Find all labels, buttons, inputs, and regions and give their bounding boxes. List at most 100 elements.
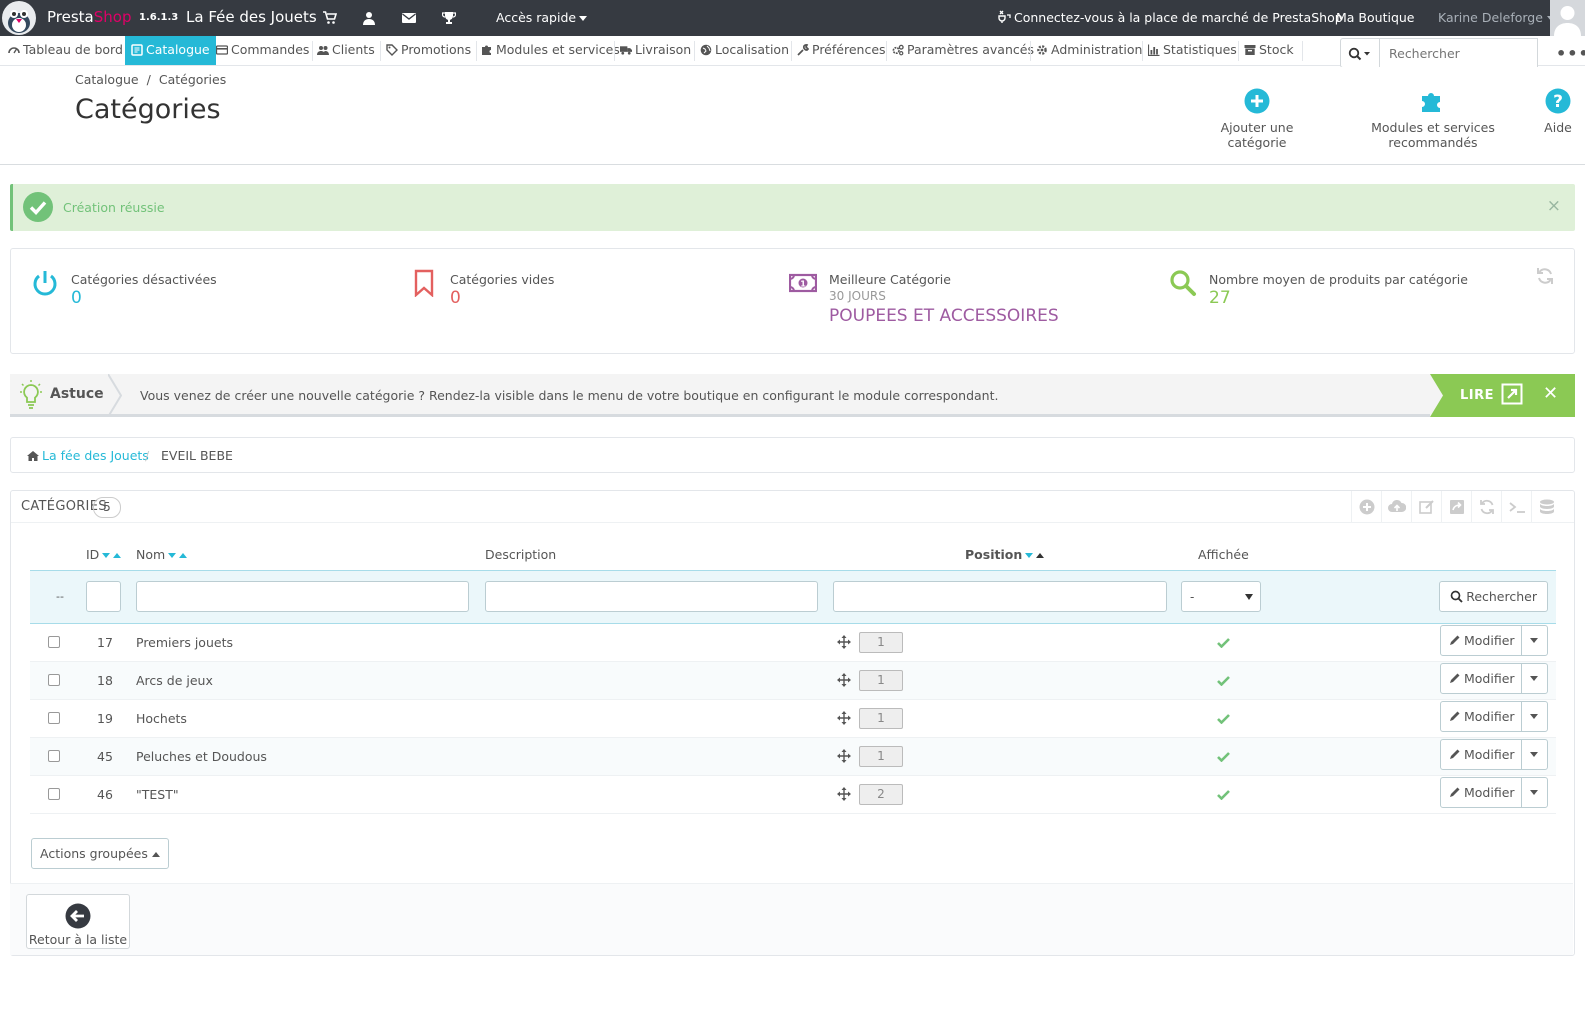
nav-item-promotions[interactable]: Promotions	[386, 36, 471, 65]
cart-icon[interactable]	[323, 11, 337, 25]
edit-button[interactable]: Modifier	[1440, 625, 1548, 656]
category-breadcrumb: La fée des Jouets / EVEIL BEBE	[10, 437, 1575, 473]
check-icon[interactable]	[1217, 713, 1230, 724]
chevron-down-icon[interactable]	[1530, 752, 1538, 757]
move-icon[interactable]	[837, 673, 851, 687]
money-icon: 1	[789, 273, 817, 293]
close-icon[interactable]: ✕	[1543, 383, 1558, 404]
envelope-icon[interactable]	[402, 11, 416, 25]
nav-item-localization[interactable]: Localisation	[700, 36, 789, 65]
search-input[interactable]	[1380, 38, 1538, 68]
nav-item-advanced-parameters[interactable]: Paramètres avancés	[892, 36, 1034, 65]
filter-displayed-select[interactable]: -	[1181, 581, 1261, 612]
cell-displayed	[1181, 623, 1399, 662]
filter-position-input[interactable]	[833, 581, 1167, 612]
edit-button[interactable]: Modifier	[1440, 777, 1548, 808]
recommended-modules-button[interactable]: Modules et services recommandés	[1334, 88, 1532, 150]
sort-icon[interactable]	[1025, 552, 1045, 559]
filter-row: -- - Rechercher	[30, 569, 1556, 624]
search-type-button[interactable]	[1340, 38, 1380, 68]
move-icon[interactable]	[837, 787, 851, 801]
category-root-link[interactable]: La fée des Jouets	[42, 448, 149, 463]
table-row[interactable]: 17 Premiers jouets 1 Modifier	[30, 623, 1556, 662]
back-to-list-button[interactable]: Retour à la liste	[26, 894, 130, 949]
toolbar-label: Aide	[1544, 120, 1572, 135]
nav-item-administration[interactable]: Administration	[1036, 36, 1142, 65]
nav-label: Préférences	[812, 42, 886, 57]
check-icon[interactable]	[1217, 637, 1230, 648]
filter-id-input[interactable]	[86, 581, 121, 612]
marketplace-link[interactable]: Connectez-vous à la place de marché de P…	[998, 10, 1343, 25]
cloud-upload-icon[interactable]	[1381, 491, 1411, 523]
breadcrumb: Catalogue / Catégories	[75, 72, 226, 87]
pencil-icon	[1450, 749, 1460, 759]
nav-item-statistics[interactable]: Statistiques	[1148, 36, 1237, 65]
move-icon[interactable]	[837, 635, 851, 649]
row-checkbox[interactable]	[48, 750, 60, 762]
nav-item-catalog[interactable]: Catalogue	[125, 36, 216, 65]
nav-item-dashboard[interactable]: Tableau de bord	[8, 36, 123, 65]
nav-item-customers[interactable]: Clients	[317, 36, 375, 65]
check-icon[interactable]	[1217, 751, 1230, 762]
move-icon[interactable]	[837, 749, 851, 763]
edit-icon[interactable]	[1411, 491, 1441, 523]
filter-search-button[interactable]: Rechercher	[1439, 581, 1548, 612]
more-icon[interactable]: •••	[1556, 44, 1585, 63]
move-icon[interactable]	[837, 711, 851, 725]
user-menu[interactable]: Karine Deleforge	[1438, 10, 1555, 25]
nav-item-stock[interactable]: Stock	[1244, 36, 1294, 65]
chevron-down-icon[interactable]	[1530, 714, 1538, 719]
quick-access-dropdown[interactable]: Accès rapide	[496, 10, 588, 25]
row-checkbox[interactable]	[48, 788, 60, 800]
nav-item-preferences[interactable]: Préférences	[797, 36, 886, 65]
nav-divider	[1030, 41, 1031, 61]
filter-name-input[interactable]	[136, 581, 469, 612]
tip-read-button[interactable]: LIRE ✕	[1430, 374, 1575, 417]
edit-button[interactable]: Modifier	[1440, 701, 1548, 732]
sort-icon[interactable]	[102, 552, 122, 559]
chevron-down-icon[interactable]	[1530, 676, 1538, 681]
table-row[interactable]: 19 Hochets 1 Modifier	[30, 699, 1556, 738]
nav-item-shipping[interactable]: Livraison	[620, 36, 691, 65]
avatar[interactable]	[1550, 0, 1585, 36]
row-checkbox[interactable]	[48, 674, 60, 686]
prestashop-logo[interactable]	[2, 1, 36, 35]
check-icon[interactable]	[1217, 675, 1230, 686]
row-checkbox[interactable]	[48, 712, 60, 724]
export-icon[interactable]	[1441, 491, 1471, 523]
user-icon[interactable]	[362, 11, 376, 25]
refresh-icon[interactable]	[1536, 267, 1554, 285]
row-checkbox[interactable]	[48, 636, 60, 648]
check-icon[interactable]	[1217, 789, 1230, 800]
table-row[interactable]: 45 Peluches et Doudous 1 Modifier	[30, 737, 1556, 776]
col-actions	[1399, 540, 1556, 570]
add-category-button[interactable]: Ajouter une catégorie	[1195, 88, 1319, 150]
cell-id: 46	[86, 775, 136, 814]
breadcrumb-item[interactable]: Catalogue	[75, 72, 139, 87]
filter-description-input[interactable]	[485, 581, 818, 612]
database-icon[interactable]	[1531, 491, 1561, 523]
sql-query-icon[interactable]	[1501, 491, 1531, 523]
my-shop-link[interactable]: Ma Boutique	[1336, 10, 1415, 25]
success-alert: Création réussie ×	[10, 184, 1575, 231]
edit-button[interactable]: Modifier	[1440, 739, 1548, 770]
nav-item-orders[interactable]: Commandes	[216, 36, 309, 65]
close-icon[interactable]: ×	[1547, 196, 1561, 216]
add-new-icon[interactable]	[1351, 491, 1381, 523]
table-row[interactable]: 46 "TEST" 2 Modifier	[30, 775, 1556, 814]
breadcrumb-item[interactable]: Catégories	[159, 72, 226, 87]
refresh-list-icon[interactable]	[1471, 491, 1501, 523]
edit-button[interactable]: Modifier	[1440, 663, 1548, 694]
nav-item-modules[interactable]: Modules et services	[481, 36, 620, 65]
cell-name: Hochets	[136, 699, 485, 738]
power-icon	[33, 271, 57, 296]
chevron-down-icon[interactable]	[1530, 638, 1538, 643]
version-label: 1.6.1.3	[139, 12, 179, 23]
shop-name[interactable]: La Fée des Jouets	[186, 8, 317, 26]
trophy-icon[interactable]	[442, 11, 456, 25]
help-button[interactable]: ? Aide	[1538, 88, 1578, 135]
sort-icon[interactable]	[168, 552, 188, 559]
bulk-actions-button[interactable]: Actions groupées	[31, 838, 169, 869]
chevron-down-icon[interactable]	[1530, 790, 1538, 795]
table-row[interactable]: 18 Arcs de jeux 1 Modifier	[30, 661, 1556, 700]
